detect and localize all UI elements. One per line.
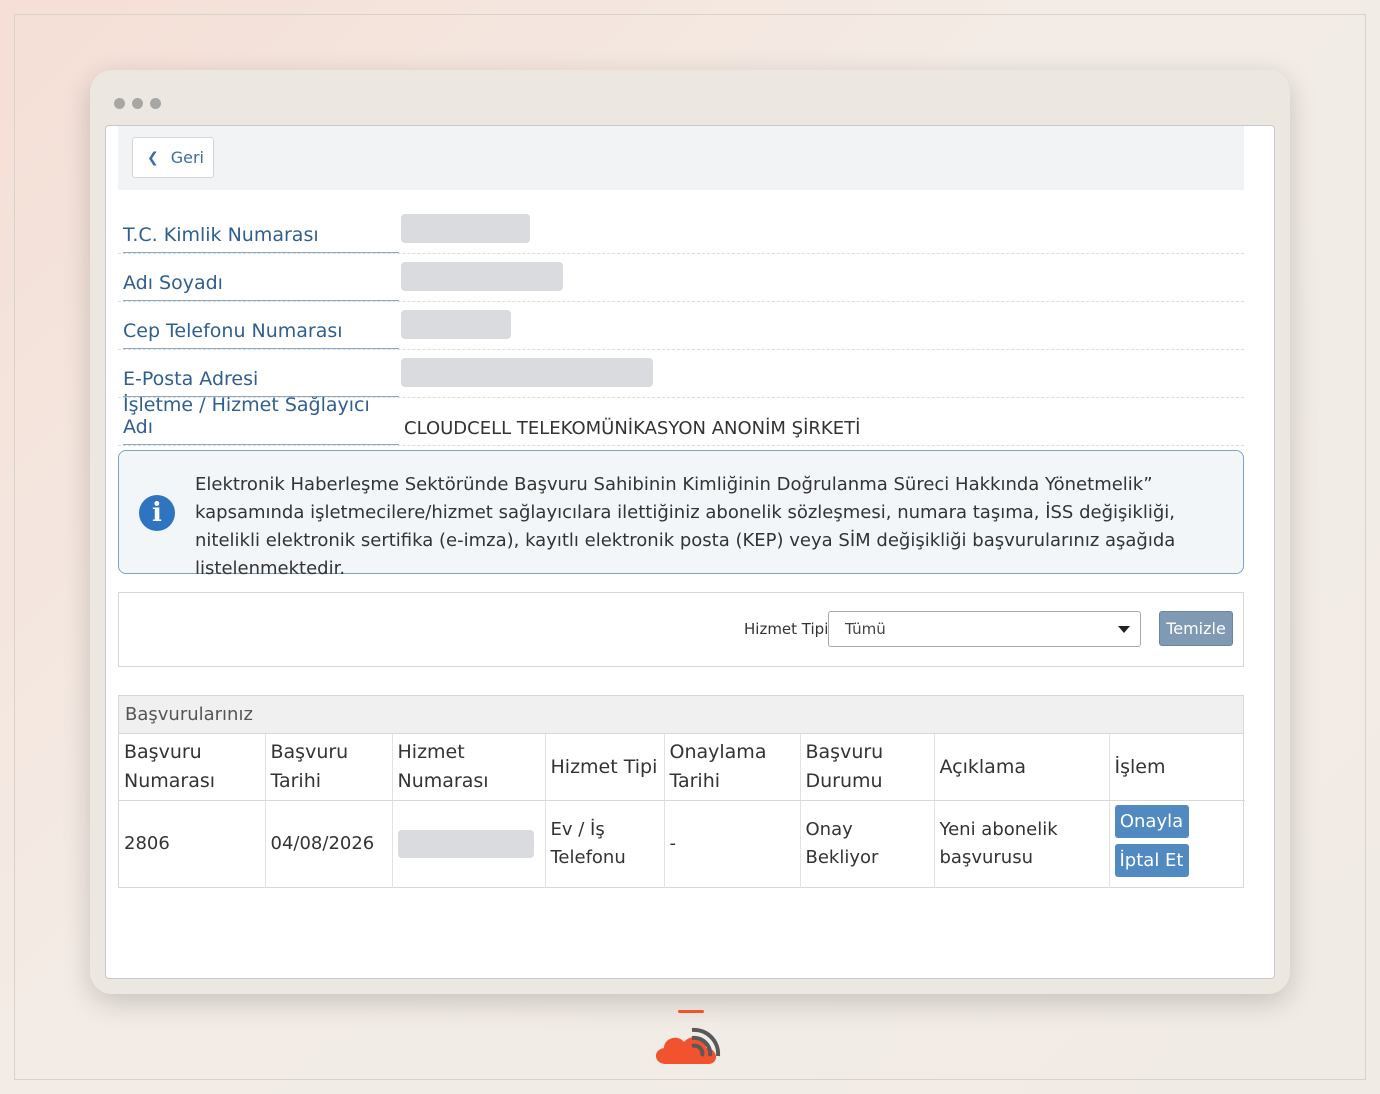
column-header[interactable]: Hizmet Tipi — [545, 734, 665, 801]
info-label: Adı Soyadı — [123, 254, 399, 301]
table-header-row: Başvuru Numarası Başvuru Tarihi Hizmet N… — [119, 734, 1245, 801]
applications-table: Başvuru Numarası Başvuru Tarihi Hizmet N… — [119, 734, 1245, 888]
info-row-phone: Cep Telefonu Numarası — [118, 302, 1244, 350]
approval-date: - — [664, 800, 801, 888]
clear-button[interactable]: Temizle — [1159, 611, 1233, 646]
info-alert: i Elektronik Haberleşme Sektöründe Başvu… — [118, 450, 1244, 579]
browser-window: ❮ Geri T.C. Kimlik Numarası Adı Soyadı C… — [90, 70, 1290, 994]
column-header[interactable]: Açıklama — [934, 734, 1110, 801]
chevron-left-icon: ❮ — [147, 149, 159, 166]
window-dot[interactable] — [132, 98, 143, 109]
redacted-value — [401, 262, 563, 291]
application-status: Onay Bekliyor — [800, 800, 935, 888]
info-label: E-Posta Adresi — [123, 350, 399, 397]
column-header[interactable]: Onaylama Tarihi — [664, 734, 801, 801]
panel-title: Başvurularınız — [119, 696, 1243, 734]
info-label: Cep Telefonu Numarası — [123, 302, 399, 349]
page-content: ❮ Geri T.C. Kimlik Numarası Adı Soyadı C… — [105, 125, 1275, 979]
actions-cell: Onayla İptal Et — [1109, 801, 1245, 888]
operator-name: CLOUDCELL TELEKOMÜNİKASYON ANONİM ŞİRKET… — [404, 418, 861, 439]
application-number: 2806 — [119, 800, 266, 888]
column-header[interactable]: Başvuru Durumu — [800, 734, 935, 801]
application-date: 04/08/2026 — [265, 800, 393, 888]
applicant-info: T.C. Kimlik Numarası Adı Soyadı Cep Tele… — [118, 206, 1244, 446]
window-dot[interactable] — [150, 98, 161, 109]
alert-text: Elektronik Haberleşme Sektöründe Başvuru… — [195, 474, 1176, 579]
caret-down-icon — [1118, 626, 1130, 633]
redacted-value — [401, 214, 530, 243]
back-button[interactable]: ❮ Geri — [132, 137, 214, 178]
service-type: Ev / İş Telefonu — [545, 800, 665, 888]
info-label: T.C. Kimlik Numarası — [123, 206, 399, 253]
brand-logo — [655, 1010, 721, 1064]
application-description: Yeni abonelik başvurusu — [934, 800, 1110, 888]
column-header[interactable]: Başvuru Numarası — [119, 734, 266, 801]
info-row-tc: T.C. Kimlik Numarası — [118, 206, 1244, 254]
cancel-button[interactable]: İptal Et — [1114, 844, 1189, 878]
info-row-operator: İşletme / Hizmet Sağlayıcı Adı CLOUDCELL… — [118, 394, 1244, 446]
applications-panel: Başvurularınız Başvuru Numarası Başvuru … — [118, 695, 1245, 888]
top-bar: ❮ Geri — [118, 126, 1244, 190]
select-value: Tümü — [845, 620, 886, 638]
back-label: Geri — [170, 148, 204, 167]
redacted-value — [401, 310, 511, 339]
window-dot[interactable] — [114, 98, 125, 109]
redacted-value — [397, 830, 534, 859]
approve-button[interactable]: Onayla — [1114, 805, 1189, 839]
info-label: İşletme / Hizmet Sağlayıcı Adı — [123, 394, 399, 445]
column-header[interactable]: Hizmet Numarası — [392, 734, 546, 801]
filter-bar: Hizmet Tipi Tümü Temizle — [118, 592, 1244, 667]
service-number-cell — [392, 800, 546, 888]
table-row: 2806 04/08/2026 Ev / İş Telefonu - Onay … — [119, 800, 1245, 888]
redacted-value — [401, 358, 653, 387]
column-header: İşlem — [1109, 734, 1245, 801]
filter-label: Hizmet Tipi — [744, 620, 829, 638]
info-icon: i — [139, 495, 175, 531]
window-controls — [114, 98, 161, 109]
column-header[interactable]: Başvuru Tarihi — [265, 734, 393, 801]
info-row-email: E-Posta Adresi — [118, 350, 1244, 398]
service-type-select[interactable]: Tümü — [828, 611, 1141, 647]
info-row-name: Adı Soyadı — [118, 254, 1244, 302]
